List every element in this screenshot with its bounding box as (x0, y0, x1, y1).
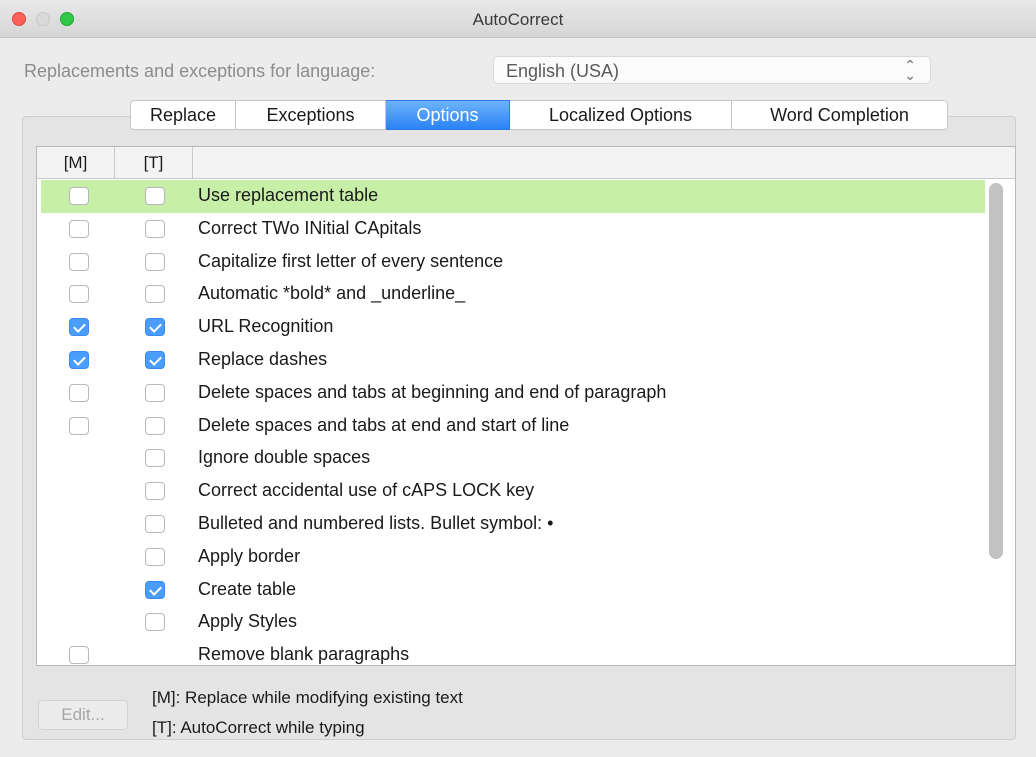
option-label: Capitalize first letter of every sentenc… (198, 250, 504, 271)
option-label: Ignore double spaces (198, 447, 371, 468)
checkbox-t[interactable] (145, 318, 165, 337)
list-item[interactable]: Automatic *bold* and _underline_ (41, 278, 985, 311)
option-label: Create table (198, 578, 297, 599)
checkbox-t[interactable] (145, 351, 165, 369)
tab-replace[interactable]: Replace (130, 100, 236, 130)
checkbox-m[interactable] (69, 383, 89, 402)
checkbox-m[interactable] (69, 219, 89, 238)
list-item[interactable]: Capitalize first letter of every sentenc… (41, 246, 985, 279)
language-select[interactable]: English (USA) ⌃ ⌄ (493, 56, 931, 84)
option-label: Automatic *bold* and _underline_ (198, 283, 466, 304)
option-label: Replace dashes (198, 349, 328, 369)
option-label: Apply Styles (198, 611, 298, 632)
list-header: [M] [T] (37, 147, 1015, 179)
checkbox-t[interactable] (145, 580, 165, 599)
checkbox-t[interactable] (145, 383, 165, 402)
column-header-label[interactable] (193, 147, 1015, 179)
edit-button[interactable]: Edit... (38, 700, 128, 730)
tab-exceptions[interactable]: Exceptions (236, 100, 386, 130)
option-label: Delete spaces and tabs at end and start … (198, 414, 570, 435)
tab-localized-options[interactable]: Localized Options (510, 100, 732, 130)
list-item[interactable]: Apply border (41, 541, 985, 574)
option-label: Remove blank paragraphs (198, 644, 410, 665)
tab-options[interactable]: Options (386, 100, 510, 130)
list-item[interactable]: Use replacement table (41, 180, 985, 213)
list-item[interactable]: Bulleted and numbered lists. Bullet symb… (41, 508, 985, 541)
checkbox-t[interactable] (145, 613, 165, 632)
language-label: Replacements and exceptions for language… (24, 61, 376, 81)
up-down-chevron-icon: ⌃ ⌄ (904, 57, 916, 83)
checkbox-t[interactable] (145, 482, 165, 501)
language-select-value: English (USA) (506, 61, 620, 81)
option-label: URL Recognition (198, 316, 334, 337)
tab-bar: Replace Exceptions Options Localized Opt… (130, 100, 948, 130)
list-item[interactable]: Apply Styles (41, 606, 985, 639)
list-item[interactable]: Remove blank paragraphs (41, 639, 985, 665)
column-header-m[interactable]: [M] (37, 147, 115, 179)
window-title: AutoCorrect (472, 10, 564, 29)
checkbox-t[interactable] (145, 515, 165, 533)
language-row: Replacements and exceptions for language… (24, 56, 1014, 86)
list-item[interactable]: Replace dashes (41, 344, 985, 377)
tab-word-completion[interactable]: Word Completion (732, 100, 948, 130)
checkbox-t[interactable] (145, 416, 165, 435)
list-item[interactable]: Correct accidental use of cAPS LOCK key (41, 475, 985, 508)
options-list: [M] [T] Use replacement table Correct TWo… (36, 146, 1016, 666)
title-bar[interactable]: AutoCorrect (0, 0, 1036, 38)
list-item[interactable]: Delete spaces and tabs at beginning and … (41, 377, 985, 410)
list-item[interactable]: Ignore double spaces (41, 442, 985, 475)
option-label: Correct accidental use of cAPS LOCK key (198, 480, 535, 501)
checkbox-m[interactable] (69, 187, 89, 205)
checkbox-m[interactable] (69, 285, 89, 304)
option-label: Apply border (198, 545, 301, 566)
checkbox-m[interactable] (69, 646, 89, 665)
vertical-scrollbar[interactable] (989, 183, 1003, 559)
list-item[interactable]: Create table (41, 574, 985, 607)
option-label: Delete spaces and tabs at beginning and … (198, 381, 667, 402)
checkbox-t[interactable] (145, 547, 165, 566)
option-label: Use replacement table (198, 185, 379, 205)
list-item[interactable]: URL Recognition (41, 311, 985, 344)
list-item[interactable]: Correct TWo INitial CApitals (41, 213, 985, 246)
checkbox-t[interactable] (145, 252, 165, 271)
legend-m: [M]: Replace while modifying existing te… (152, 688, 463, 707)
column-header-t[interactable]: [T] (115, 147, 193, 179)
checkbox-t[interactable] (145, 219, 165, 238)
checkbox-m[interactable] (69, 351, 89, 369)
legend-t: [T]: AutoCorrect while typing (152, 718, 365, 737)
autocorrect-dialog: AutoCorrect Replacements and exceptions … (0, 0, 1036, 757)
checkbox-m[interactable] (69, 416, 89, 435)
option-label: Correct TWo INitial CApitals (198, 217, 422, 238)
checkbox-m[interactable] (69, 252, 89, 271)
checkbox-m[interactable] (69, 318, 89, 337)
checkbox-t[interactable] (145, 449, 165, 468)
option-label: Bulleted and numbered lists. Bullet symb… (198, 513, 554, 533)
list-rows: Use replacement table Correct TWo INitial… (37, 180, 1015, 665)
list-item[interactable]: Delete spaces and tabs at end and start … (41, 410, 985, 443)
checkbox-t[interactable] (145, 285, 165, 304)
checkbox-t[interactable] (145, 187, 165, 205)
